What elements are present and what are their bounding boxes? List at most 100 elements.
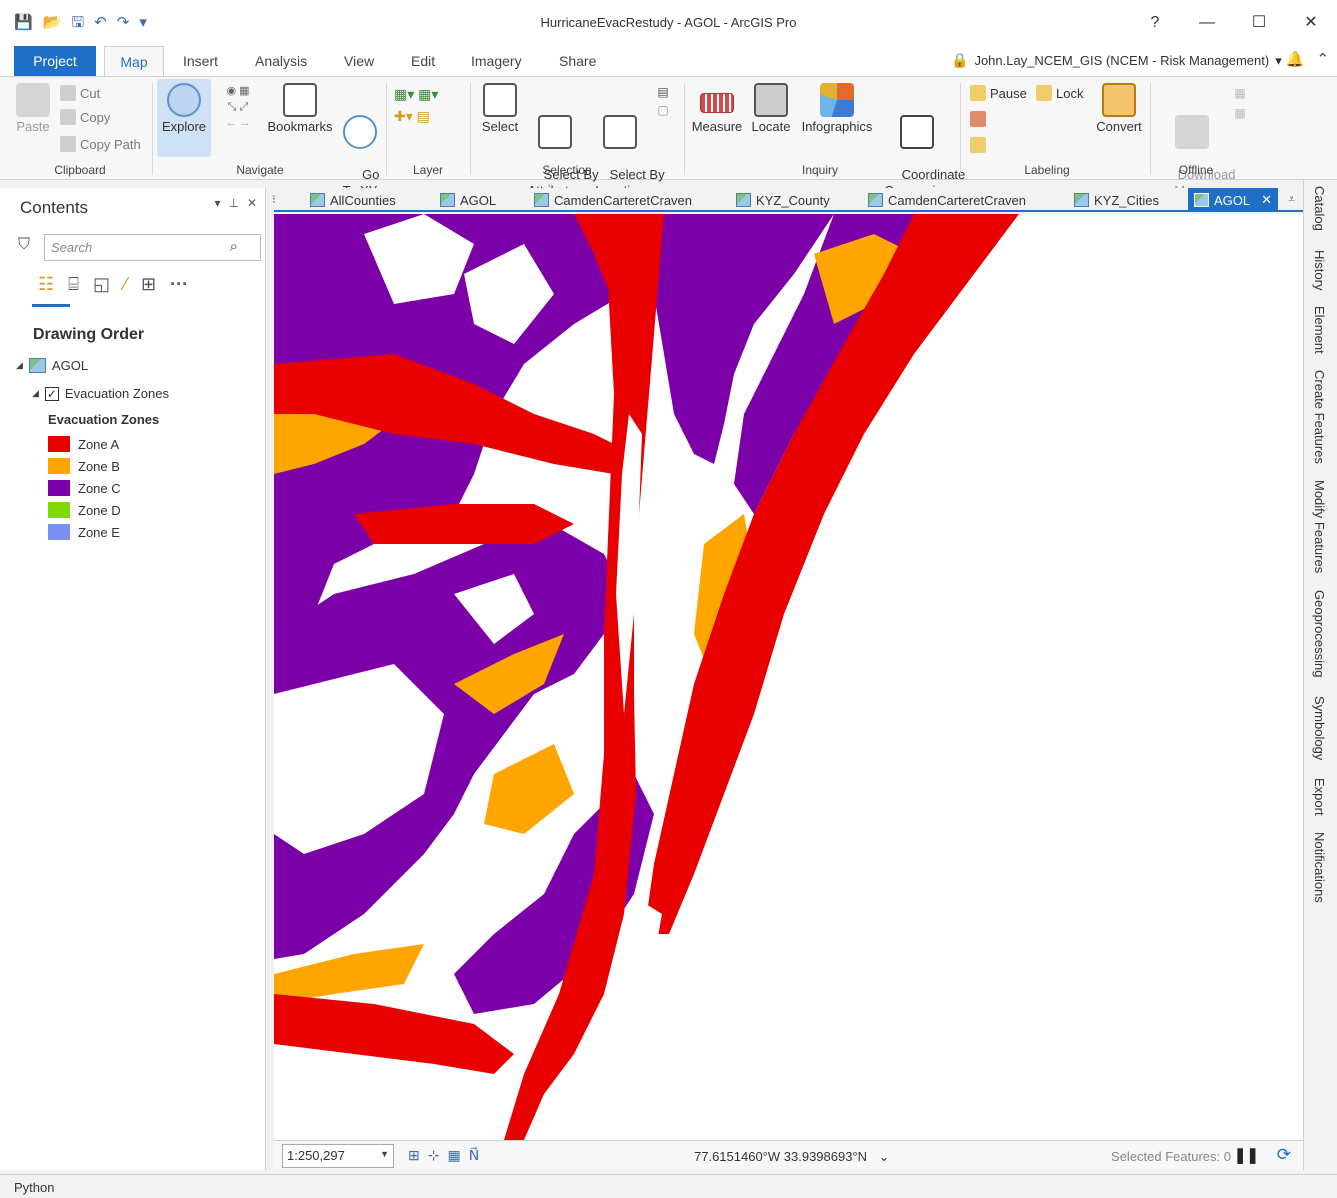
fixed-zoom-icon[interactable]: ⊹ <box>428 1147 440 1164</box>
copy-button[interactable]: Copy <box>60 109 110 125</box>
dock-tab-element[interactable]: Element <box>1312 306 1327 354</box>
legend-item[interactable]: Zone C <box>48 480 121 496</box>
map-canvas[interactable] <box>274 214 1303 1140</box>
layer-visibility-checkbox[interactable]: ✓ <box>44 386 59 401</box>
convert-button[interactable]: Convert <box>1092 83 1146 135</box>
ribbon-separator <box>386 83 387 175</box>
legend-item[interactable]: Zone B <box>48 458 120 474</box>
tab-overflow-icon[interactable]: ⁝ <box>272 192 276 206</box>
measure-button[interactable]: Measure <box>688 83 746 135</box>
scissors-icon <box>60 85 76 101</box>
dock-tab-export[interactable]: Export <box>1312 778 1327 816</box>
view-tab[interactable]: CamdenCarteretCraven <box>530 188 692 212</box>
search-icon[interactable]: ⌕ <box>230 238 238 255</box>
close-pane-icon[interactable]: ✕ <box>247 196 257 210</box>
expand-icon[interactable]: ◢ <box>32 388 39 399</box>
label-priority-button[interactable] <box>970 137 986 153</box>
filter-icon[interactable]: ⛉ <box>18 236 30 254</box>
legend-heading: Evacuation Zones <box>48 412 160 427</box>
bell-icon[interactable]: 🔔 <box>1286 50 1305 68</box>
tree-layer-item[interactable]: ◢ ✓ Evacuation Zones <box>32 386 169 401</box>
pane-options-icon[interactable]: ▾ <box>214 196 220 210</box>
dock-tab-notifications[interactable]: Notifications <box>1312 832 1327 903</box>
tab-view[interactable]: View <box>344 53 374 69</box>
more-options-icon[interactable]: ··· <box>170 274 188 295</box>
search-placeholder: Search <box>51 240 93 255</box>
ribbon-separator <box>684 83 685 175</box>
legend-item[interactable]: Zone D <box>48 502 121 518</box>
legend-item[interactable]: Zone E <box>48 524 120 540</box>
tab-map[interactable]: Map <box>104 46 164 77</box>
group-label-clipboard: Clipboard <box>54 163 106 177</box>
table-view-icon[interactable]: ▦ <box>447 1147 460 1164</box>
infographics-button[interactable]: Infographics <box>796 83 878 135</box>
lock-labeling-button[interactable]: Lock <box>1036 85 1083 101</box>
tab-project[interactable]: Project <box>14 46 96 76</box>
layout-icon <box>310 193 325 207</box>
python-tab[interactable]: Python <box>14 1180 54 1195</box>
cut-button[interactable]: Cut <box>60 85 100 101</box>
snapping-view-icon[interactable]: ⊞ <box>141 274 156 295</box>
refresh-icon[interactable]: ⟳ <box>1277 1145 1291 1165</box>
tab-insert[interactable]: Insert <box>183 53 218 69</box>
view-tab[interactable]: AllCounties <box>306 188 396 212</box>
pin-icon[interactable]: ⊥ <box>228 196 238 210</box>
pause-drawing-icon[interactable]: ❚❚ <box>1234 1146 1259 1164</box>
zone-b-swatch <box>48 458 70 474</box>
title-bar: 💾 📂 🖫 ↶ ↷ ▾ HurricaneEvacRestudy - AGOL … <box>0 0 1337 46</box>
tab-edit[interactable]: Edit <box>411 53 435 69</box>
select-button[interactable]: Select <box>478 83 522 135</box>
editing-view-icon[interactable]: ⁄ <box>124 274 127 295</box>
dock-tab-modify-features[interactable]: Modify Features <box>1312 480 1327 573</box>
view-tab[interactable]: CamdenCarteretCraven <box>864 188 1026 212</box>
tab-analysis[interactable]: Analysis <box>255 53 307 69</box>
locate-button[interactable]: Locate <box>748 83 794 135</box>
copy-path-button[interactable]: Copy Path <box>60 136 141 152</box>
map-view[interactable] <box>274 214 1303 1140</box>
minimize-button[interactable]: — <box>1181 0 1233 46</box>
selection-view-icon[interactable]: ◱ <box>93 274 110 295</box>
selected-features-count[interactable]: Selected Features: 0 <box>1111 1149 1231 1164</box>
scale-selector[interactable]: 1:250,297 ▼ <box>282 1144 394 1168</box>
dock-tab-symbology[interactable]: Symbology <box>1312 696 1327 760</box>
user-account[interactable]: 🔒 John.Lay_NCEM_GIS (NCEM - Risk Managem… <box>951 52 1282 69</box>
navigate-small-tools[interactable]: ◉ ▦ ⤡ ⤢ ← → <box>216 83 260 131</box>
pause-labeling-button[interactable]: Pause <box>970 85 1027 101</box>
contents-search-input[interactable]: Search ⌕ <box>44 234 261 261</box>
bookmarks-button[interactable]: Bookmarks <box>264 83 336 135</box>
coordinate-readout[interactable]: 77.6151460°W 33.9398693°N ⌄ <box>694 1149 890 1165</box>
expand-icon[interactable]: ◢ <box>16 360 23 371</box>
tab-list-icon[interactable]: ⩡ <box>1288 192 1295 207</box>
offline-small-tools[interactable]: ▦ ▦ <box>1230 83 1250 123</box>
north-arrow-icon[interactable]: N⃗ <box>469 1147 479 1164</box>
tree-map-item[interactable]: ◢ AGOL <box>16 358 88 373</box>
drawing-order-icon[interactable]: ☷ <box>38 274 54 295</box>
legend-item[interactable]: Zone A <box>48 436 119 452</box>
group-label-navigate: Navigate <box>236 163 284 177</box>
paste-button[interactable]: Paste <box>14 83 52 135</box>
dock-tab-geoprocessing[interactable]: Geoprocessing <box>1312 590 1327 677</box>
explore-button[interactable]: Explore <box>160 83 208 135</box>
view-tab[interactable]: KYZ_Cities <box>1070 188 1159 212</box>
unplaced-labels-button[interactable] <box>970 111 986 127</box>
view-tab[interactable]: AGOL <box>436 188 496 212</box>
dock-tab-create-features[interactable]: Create Features <box>1312 370 1327 464</box>
maximize-button[interactable]: ☐ <box>1233 0 1285 46</box>
copy-path-icon <box>60 136 76 152</box>
layer-tools[interactable]: ▦▾ ▦▾ ✚▾ ▤ <box>394 83 464 127</box>
close-button[interactable]: ✕ <box>1285 0 1337 46</box>
group-label-selection: Selection <box>542 163 592 177</box>
sync-icon: ▦ <box>1234 86 1246 100</box>
selection-small-tools[interactable]: ▤ ▢ <box>652 83 674 119</box>
tab-imagery[interactable]: Imagery <box>471 53 522 69</box>
close-tab-icon[interactable]: ✕ <box>1261 192 1272 208</box>
help-button[interactable]: ? <box>1129 0 1181 46</box>
view-tab-active[interactable]: AGOL ✕ <box>1188 188 1279 212</box>
dock-tab-history[interactable]: History <box>1312 250 1327 290</box>
data-source-icon[interactable]: ⌸ <box>68 274 79 295</box>
dock-tab-catalog[interactable]: Catalog <box>1312 186 1327 231</box>
collapse-ribbon-icon[interactable]: ⌃ <box>1316 50 1329 68</box>
tab-share[interactable]: Share <box>559 53 596 69</box>
view-tab[interactable]: KYZ_County <box>732 188 830 212</box>
grid-snap-icon[interactable]: ⊞ <box>408 1147 420 1164</box>
